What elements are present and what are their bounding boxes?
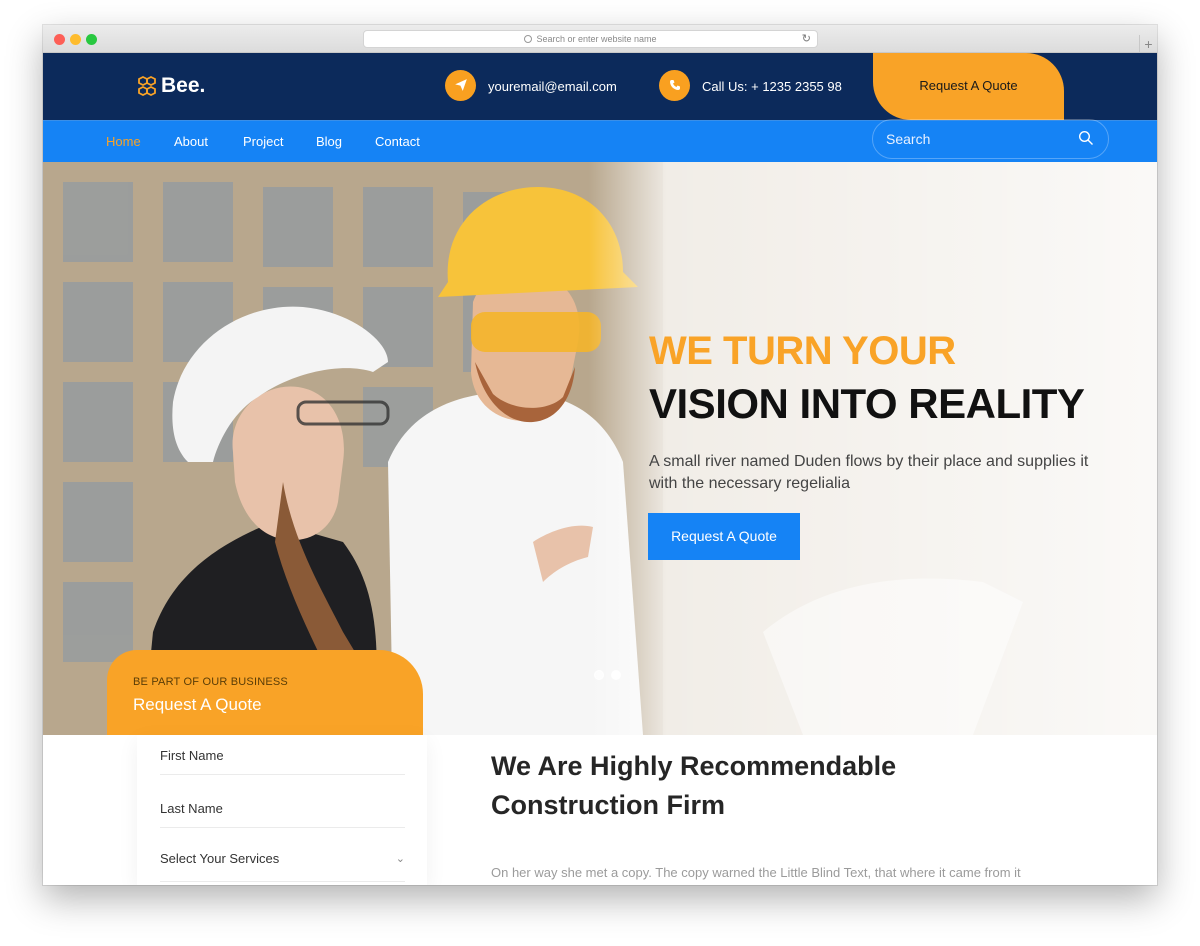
about-title: We Are Highly Recommendable Construction… [491, 751, 897, 820]
nav-item-project[interactable]: Project [243, 134, 283, 149]
first-name-field[interactable] [160, 737, 405, 775]
phone-icon [659, 70, 690, 101]
quote-form: Select Your Services ⌄ [137, 735, 427, 885]
plus-icon[interactable]: + [1139, 35, 1157, 53]
quote-card-kicker: BE PART OF OUR BUSINESS [133, 676, 288, 688]
hero-tagline-line2: VISION INTO REALITY [649, 380, 1085, 427]
search-input[interactable] [872, 119, 1109, 159]
quote-card-title: Request A Quote [133, 695, 262, 714]
hero-banner: WE TURN YOUR VISION INTO REALITY A small… [43, 162, 1157, 735]
address-bar[interactable]: Search or enter website name ↻ [363, 30, 818, 48]
nav-item-blog[interactable]: Blog [316, 134, 342, 149]
nav-item-home[interactable]: Home [106, 134, 141, 149]
email-address[interactable]: youremail@email.com [488, 79, 617, 94]
paper-plane-icon [445, 70, 476, 101]
request-quote-header-button[interactable]: Request A Quote [873, 53, 1064, 120]
services-select[interactable]: Select Your Services ⌄ [160, 846, 405, 882]
services-select-value: Select Your Services [160, 851, 280, 866]
nav-item-contact[interactable]: Contact [375, 134, 420, 149]
minimize-window-button[interactable] [70, 34, 81, 45]
last-name-field[interactable] [160, 790, 405, 828]
search-icon[interactable] [1078, 130, 1094, 146]
quote-card: BE PART OF OUR BUSINESS Request A Quote [107, 650, 423, 735]
slider-dot-2[interactable] [611, 670, 621, 680]
chevron-down-icon: ⌄ [395, 853, 405, 865]
phone-number[interactable]: Call Us: + 1235 2355 98 [702, 79, 842, 94]
maximize-window-button[interactable] [86, 34, 97, 45]
hero-description: A small river named Duden flows by their… [649, 453, 1089, 492]
slider-dot-1[interactable] [594, 670, 604, 680]
address-placeholder: Search or enter website name [536, 34, 657, 44]
about-text: On her way she met a copy. The copy warn… [491, 865, 1021, 880]
hero-request-quote-button[interactable]: Request A Quote [648, 513, 800, 560]
nav-item-about[interactable]: About [174, 134, 208, 149]
search-icon [524, 35, 533, 43]
top-header: Bee. youremail@email.com Call Us: + 1235… [43, 53, 1157, 120]
honeycomb-icon [138, 75, 156, 97]
reload-icon[interactable]: ↻ [802, 31, 811, 47]
browser-toolbar: Search or enter website name ↻ + [43, 25, 1157, 53]
hero-tagline-line1: WE TURN YOUR [649, 329, 956, 373]
browser-window: Search or enter website name ↻ + Bee. yo… [43, 25, 1157, 885]
main-nav: Home About Project Blog Contact [43, 119, 1157, 162]
close-window-button[interactable] [54, 34, 65, 45]
logo-text: Bee. [161, 74, 206, 97]
